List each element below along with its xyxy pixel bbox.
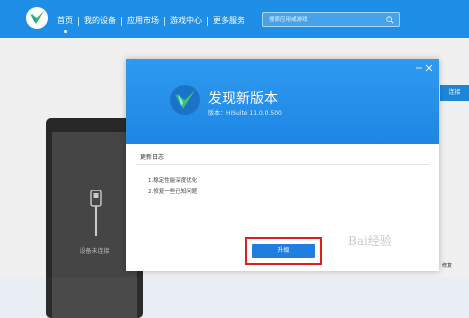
nav-more-services[interactable]: 更多服务 [208, 15, 250, 27]
main-nav: 首页 我的设备 应用市场 游戏中心 更多服务 [52, 13, 250, 33]
search-placeholder: 搜索应用或游戏 [269, 17, 308, 23]
top-app-bar: 首页 我的设备 应用市场 游戏中心 更多服务 搜索应用或游戏 [0, 0, 469, 38]
divider [136, 164, 430, 165]
search-input[interactable]: 搜索应用或游戏 [262, 12, 400, 27]
nav-game-center[interactable]: 游戏中心 [165, 15, 207, 27]
minimize-icon[interactable] [416, 65, 422, 71]
hisuite-logo-icon [170, 85, 200, 115]
nav-app-market[interactable]: 应用市场 [122, 15, 164, 27]
nav-my-devices[interactable]: 我的设备 [79, 15, 121, 27]
changelog-list: 1.稳定性能深度优化 2.修复一些已知问题 [148, 176, 197, 198]
changelog-item: 2.修复一些已知问题 [148, 189, 198, 195]
dialog-header: 发现新版本 版本：HiSuite 11.0.0.500 [126, 59, 439, 144]
nav-home[interactable]: 首页 [52, 15, 78, 33]
dialog-title: 发现新版本 [208, 91, 278, 107]
update-dialog: 发现新版本 版本：HiSuite 11.0.0.500 更新日志 1.稳定性能深… [126, 59, 439, 271]
changelog-title: 更新日志 [140, 154, 165, 161]
highlight-box: 升级 [245, 237, 322, 265]
hisuite-logo-icon [26, 7, 48, 29]
version-label: 版本：HiSuite 11.0.0.500 [208, 110, 282, 117]
close-icon[interactable] [425, 64, 433, 72]
watermark: Bai经验 [348, 234, 392, 248]
search-icon[interactable] [386, 16, 394, 24]
changelog-item: 1.稳定性能深度优化 [148, 178, 198, 184]
upgrade-button[interactable]: 升级 [252, 244, 315, 258]
